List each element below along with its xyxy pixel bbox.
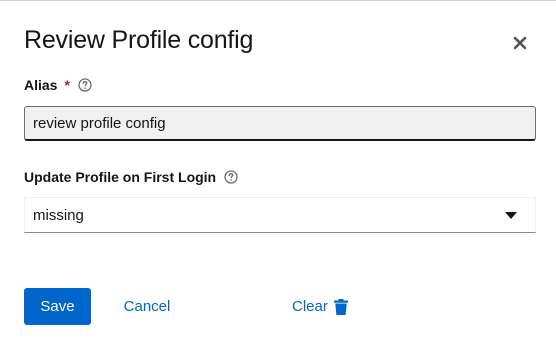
dialog-title: Review Profile config: [24, 26, 254, 54]
help-icon: [78, 78, 92, 92]
update-profile-select[interactable]: missing: [24, 197, 536, 233]
required-marker: *: [64, 77, 70, 93]
help-icon: [224, 170, 238, 184]
close-button[interactable]: [510, 33, 530, 53]
clear-label: Clear: [292, 298, 328, 315]
save-button[interactable]: Save: [24, 288, 91, 325]
alias-label-row: Alias *: [24, 77, 92, 93]
alias-help-button[interactable]: [78, 78, 92, 92]
update-profile-help-button[interactable]: [224, 170, 238, 184]
caret-down-icon: [505, 212, 517, 220]
close-icon: [513, 36, 527, 50]
alias-label: Alias: [24, 77, 58, 93]
review-profile-config-dialog: Review Profile config Alias * review pro…: [0, 0, 556, 346]
alias-input[interactable]: review profile config: [24, 106, 536, 141]
trash-icon: [333, 298, 348, 315]
cancel-button[interactable]: Cancel: [112, 288, 182, 325]
update-profile-label-row: Update Profile on First Login: [24, 169, 238, 185]
clear-button[interactable]: Clear: [292, 288, 348, 325]
update-profile-selected-value: missing: [33, 207, 84, 224]
update-profile-label: Update Profile on First Login: [24, 169, 217, 185]
